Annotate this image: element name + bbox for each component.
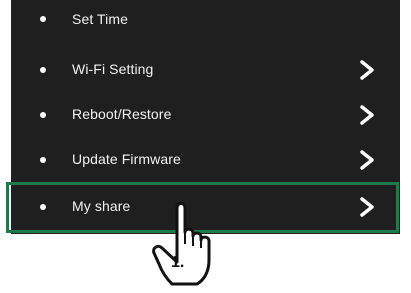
bullet-icon [40, 204, 46, 210]
bullet-icon [40, 157, 46, 163]
chevron-right-icon [360, 150, 374, 170]
menu-item-label: My share [72, 198, 131, 214]
menu-item-update-firmware[interactable]: Update Firmware [11, 137, 400, 183]
chevron-right-icon [360, 197, 374, 217]
bullet-icon [40, 112, 46, 118]
menu-item-label: Wi-Fi Setting [72, 61, 154, 77]
bullet-icon [40, 16, 46, 22]
menu-item-reboot-restore[interactable]: Reboot/Restore [11, 92, 400, 138]
bullet-icon [40, 67, 46, 73]
step-label: 1. [171, 254, 185, 271]
chevron-right-icon [360, 105, 374, 125]
menu-item-label: Set Time [72, 11, 129, 27]
menu-item-label: Update Firmware [72, 151, 181, 167]
menu-item-wifi-setting[interactable]: Wi-Fi Setting [11, 47, 400, 93]
menu-item-label: Reboot/Restore [72, 106, 172, 122]
menu-item-set-time[interactable]: Set Time [11, 0, 400, 42]
pointing-hand-icon [152, 202, 211, 286]
chevron-right-icon [360, 60, 374, 80]
